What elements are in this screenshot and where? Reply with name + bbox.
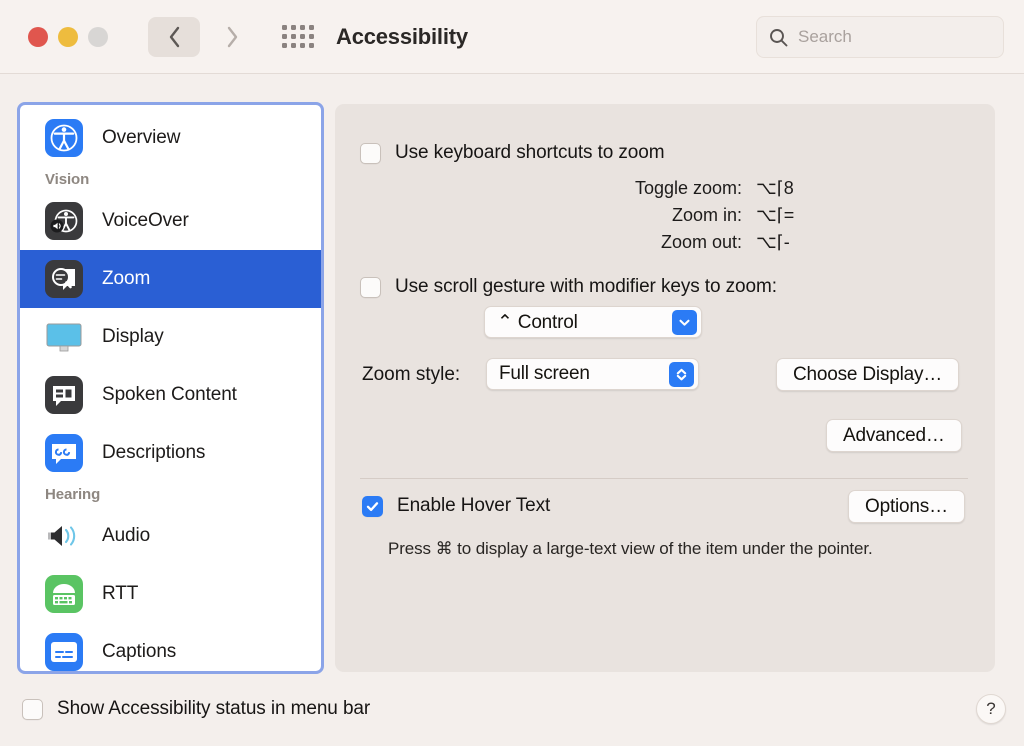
show-status-menu-bar-checkbox[interactable] — [22, 698, 43, 720]
minimize-button[interactable] — [58, 26, 78, 47]
zoom-shortcut-list: Toggle zoom: ⌥⌈8 Zoom in: ⌥⌈= Zoom out: … — [360, 178, 820, 259]
sidebar-header-hearing: Hearing — [45, 486, 101, 503]
sidebar-item-label: Zoom — [102, 268, 151, 289]
chevron-down-icon — [679, 319, 690, 326]
sidebar-item-overview[interactable]: Overview — [20, 109, 321, 167]
sidebar-item-label: Spoken Content — [102, 384, 237, 405]
search-icon — [770, 28, 788, 46]
captions-icon — [45, 633, 83, 671]
shortcut-keys: ⌥⌈8 — [756, 178, 794, 198]
popup-arrow-button[interactable] — [669, 362, 694, 387]
display-icon — [46, 323, 82, 352]
search-placeholder: Search — [798, 27, 852, 46]
sidebar-item-label: VoiceOver — [102, 210, 189, 231]
search-field[interactable]: Search — [756, 16, 1004, 58]
sidebar-item-audio[interactable]: Audio — [20, 507, 321, 565]
shortcut-row: Zoom out: ⌥⌈- — [360, 232, 820, 259]
sidebar-item-label: Captions — [102, 641, 177, 662]
rtt-icon — [45, 575, 83, 613]
shortcut-row: Zoom in: ⌥⌈= — [360, 205, 820, 232]
zoom-style-value: Full screen — [499, 363, 590, 384]
checkmark-icon — [366, 501, 379, 511]
sidebar-item-descriptions[interactable]: Descriptions — [20, 424, 321, 482]
hover-text-options-button[interactable]: Options… — [848, 490, 965, 523]
sidebar-item-label: Overview — [102, 127, 181, 148]
sidebar-item-label: Display — [102, 326, 164, 347]
voiceover-icon — [45, 202, 83, 240]
close-button[interactable] — [28, 26, 48, 47]
navigation-buttons — [148, 16, 258, 57]
sidebar-header-vision: Vision — [45, 171, 90, 188]
up-down-chevrons-icon — [676, 368, 687, 381]
show-status-menu-bar-label: Show Accessibility status in menu bar — [57, 698, 371, 719]
sidebar-item-voiceover[interactable]: VoiceOver — [20, 192, 321, 250]
popup-arrow-button[interactable] — [672, 310, 697, 335]
hover-text-note: Press ⌘ to display a large-text view of … — [388, 539, 873, 558]
scroll-gesture-row[interactable]: Use scroll gesture with modifier keys to… — [360, 276, 777, 298]
sidebar-item-spoken-content[interactable]: Spoken Content — [20, 366, 321, 424]
use-keyboard-shortcuts-label: Use keyboard shortcuts to zoom — [395, 142, 665, 163]
window-toolbar: Accessibility Search — [0, 0, 1024, 74]
modifier-key-popup[interactable]: ⌃ Control — [484, 306, 702, 338]
zoom-button[interactable] — [88, 26, 108, 47]
page-title: Accessibility — [336, 23, 468, 49]
sidebar-item-label: Descriptions — [102, 442, 206, 463]
enable-hover-text-checkbox[interactable] — [362, 495, 383, 517]
modifier-key-value: ⌃ Control — [497, 311, 578, 333]
shortcut-keys: ⌥⌈- — [756, 232, 790, 252]
scroll-gesture-checkbox[interactable] — [360, 276, 381, 298]
scroll-gesture-label: Use scroll gesture with modifier keys to… — [395, 276, 777, 297]
use-keyboard-shortcuts-checkbox[interactable] — [360, 142, 381, 164]
chevron-right-icon — [227, 26, 237, 47]
settings-sidebar[interactable]: Overview Vision VoiceOver Zoom Display S… — [17, 102, 324, 674]
show-status-menu-bar-row[interactable]: Show Accessibility status in menu bar — [22, 698, 370, 720]
forward-button[interactable] — [206, 17, 258, 57]
use-keyboard-shortcuts-row[interactable]: Use keyboard shortcuts to zoom — [360, 142, 665, 164]
enable-hover-text-row[interactable]: Enable Hover Text — [362, 495, 550, 517]
chevron-left-icon — [169, 26, 179, 47]
sidebar-item-display[interactable]: Display — [20, 308, 321, 366]
descriptions-icon — [45, 434, 83, 472]
sidebar-item-captions[interactable]: Captions — [20, 623, 321, 671]
enable-hover-text-label: Enable Hover Text — [397, 495, 551, 516]
sidebar-item-label: RTT — [102, 583, 139, 604]
shortcut-row: Toggle zoom: ⌥⌈8 — [360, 178, 820, 205]
show-all-grid-icon[interactable] — [282, 25, 314, 48]
shortcut-name: Zoom in: — [671, 205, 742, 225]
sidebar-item-label: Audio — [102, 525, 151, 546]
spoken-content-icon — [45, 376, 83, 414]
sidebar-list: Overview Vision VoiceOver Zoom Display S… — [20, 105, 321, 671]
zoom-icon — [45, 260, 83, 298]
accessibility-icon — [45, 119, 83, 157]
sidebar-item-rtt[interactable]: RTT — [20, 565, 321, 623]
choose-display-button[interactable]: Choose Display… — [776, 358, 960, 391]
advanced-button[interactable]: Advanced… — [826, 419, 962, 452]
zoom-style-popup[interactable]: Full screen — [486, 358, 699, 390]
shortcut-name: Zoom out: — [660, 232, 742, 252]
shortcut-name: Toggle zoom: — [634, 178, 742, 198]
zoom-style-label: Zoom style: — [362, 364, 461, 385]
back-button[interactable] — [148, 16, 200, 57]
sidebar-item-zoom[interactable]: Zoom — [20, 250, 321, 308]
audio-icon — [48, 526, 76, 546]
shortcut-keys: ⌥⌈= — [756, 205, 795, 225]
traffic-light-buttons — [28, 26, 108, 47]
section-divider — [360, 478, 968, 479]
help-button[interactable]: ? — [976, 694, 1006, 724]
